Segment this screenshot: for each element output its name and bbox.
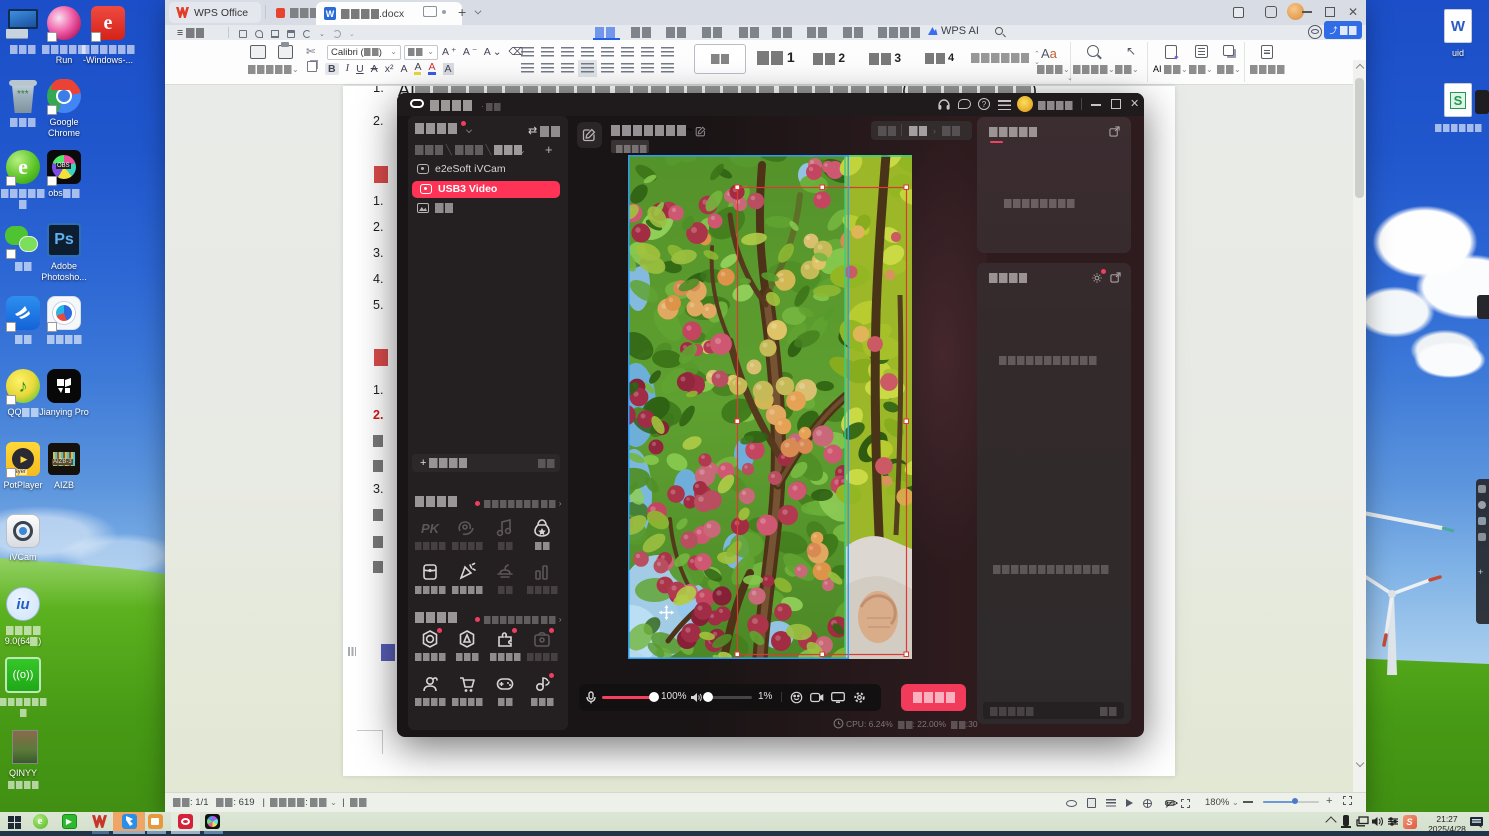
svg-text:PK: PK (421, 521, 440, 536)
